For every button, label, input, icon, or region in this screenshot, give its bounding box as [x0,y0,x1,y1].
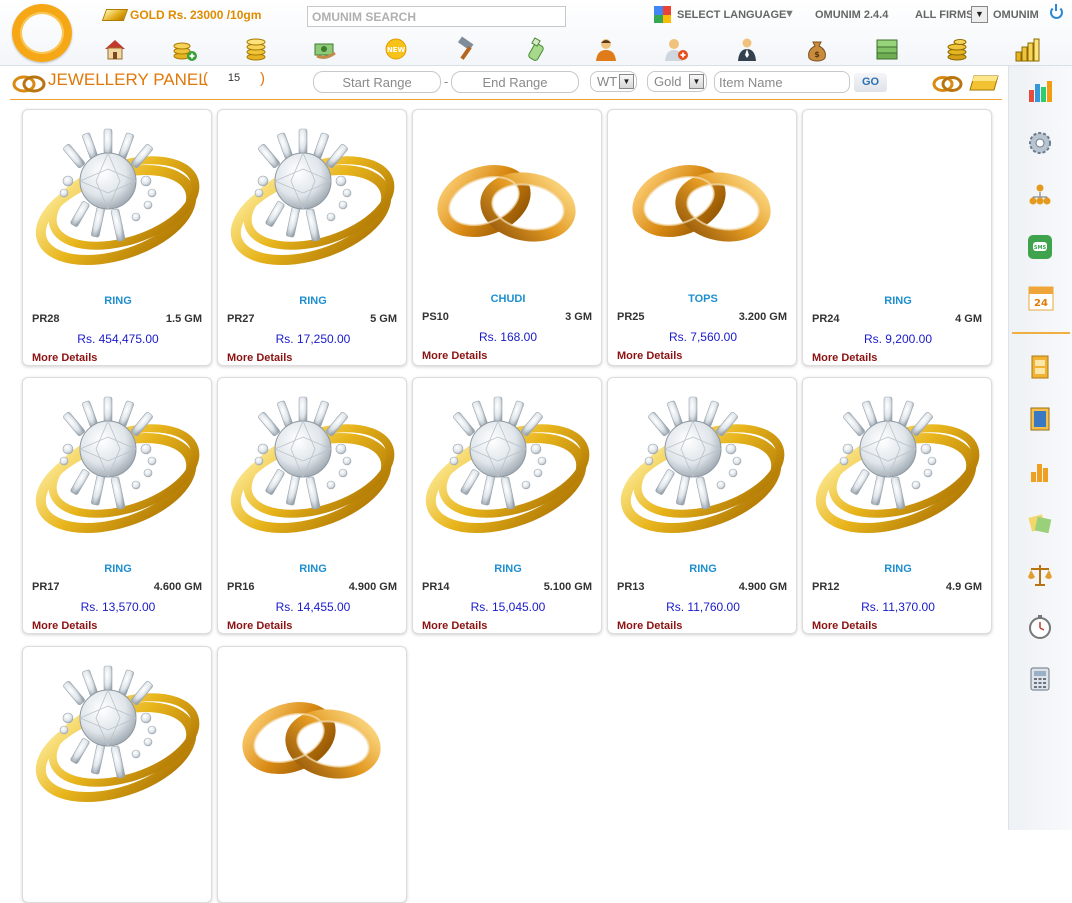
more-details-link[interactable]: More Details [227,620,292,632]
product-weight: 4.600 GM [153,581,202,593]
product-code: PR13 [617,581,645,593]
right-sidebar: SMS 24 [1008,66,1072,830]
product-price: Rs. 13,570.00 [80,600,156,614]
gold-bars-chart-icon[interactable] [1014,36,1040,62]
product-name: RING [104,563,132,575]
product-card[interactable]: RING PR24 4 GM Rs. 9,200.00 More Details [802,109,992,366]
stats-icon[interactable] [1027,458,1053,484]
product-weight: 5.100 GM [543,581,592,593]
product-card[interactable]: RING PR17 4.600 GM Rs. 13,570.00 More Detail… [22,377,212,634]
product-price: Rs. 9,200.00 [863,332,933,346]
product-code: PR14 [422,581,450,593]
product-code: PS10 [422,311,449,323]
product-card[interactable]: RING PR28 1.5 GM Rs. 454,475.00 More Details [22,109,212,366]
gold-bands-image[interactable] [223,652,403,817]
product-code: PR16 [227,581,255,593]
product-card[interactable]: RING PR14 5.100 GM Rs. 15,045.00 More Detail… [412,377,602,634]
product-price: Rs. 168.00 [478,330,538,344]
notes-icon[interactable] [1027,510,1053,536]
stopwatch-icon[interactable] [1027,614,1053,640]
gold-bands-image[interactable] [418,115,598,280]
settings-gear-icon[interactable] [1027,130,1053,156]
product-weight: 4.9 GM [945,581,982,593]
product-weight: 1.5 GM [165,313,202,325]
bar-chart-icon[interactable] [1027,78,1053,104]
logout-power-icon[interactable] [1050,4,1063,19]
more-details-link[interactable]: More Details [422,350,487,362]
more-details-link[interactable]: More Details [227,352,292,364]
product-price: Rs. 7,560.00 [668,330,738,344]
more-details-link[interactable]: More Details [617,350,682,362]
svg-text:24: 24 [1034,298,1048,309]
more-details-link[interactable]: More Details [32,352,97,364]
diamond-ring-image[interactable] [808,383,988,548]
product-name: RING [689,563,717,575]
product-name: RING [494,563,522,575]
product-price: Rs. 17,250.00 [275,332,351,346]
product-card[interactable]: TOPS PR25 3.200 GM Rs. 7,560.00 More Details [607,109,797,366]
product-name: CHUDI [490,293,526,305]
product-grid: RING PR28 1.5 GM Rs. 454,475.00 More Details [0,0,1005,903]
product-card[interactable] [217,646,407,903]
diamond-ring-image[interactable] [223,115,403,280]
calculator-icon[interactable] [1027,666,1053,692]
product-name: RING [299,563,327,575]
product-weight: 5 GM [370,313,397,325]
product-card[interactable] [22,646,212,903]
more-details-link[interactable]: More Details [422,620,487,632]
product-price: Rs. 14,455.00 [275,600,351,614]
product-name: RING [884,295,912,307]
product-price: Rs. 11,760.00 [666,600,740,614]
product-weight: 3.200 GM [738,311,787,323]
diamond-ring-image[interactable] [28,652,208,817]
more-details-link[interactable]: More Details [812,620,877,632]
product-price: Rs. 11,370.00 [861,600,935,614]
diamond-ring-image[interactable] [28,383,208,548]
product-code: PR24 [812,313,840,325]
product-card[interactable]: CHUDI PS10 3 GM Rs. 168.00 More Details [412,109,602,366]
film-strip-icon[interactable] [1027,406,1053,432]
product-name: TOPS [688,293,718,305]
film-icon[interactable] [1027,354,1053,380]
org-chart-icon[interactable] [1027,182,1053,208]
product-weight: 3 GM [565,311,592,323]
product-weight: 4.900 GM [738,581,787,593]
gold-bands-image[interactable] [613,115,793,280]
more-details-link[interactable]: More Details [812,352,877,364]
product-card[interactable]: RING PR27 5 GM Rs. 17,250.00 More Details [217,109,407,366]
product-price: Rs. 15,045.00 [470,600,546,614]
balance-scale-icon[interactable] [1027,562,1053,588]
more-details-link[interactable]: More Details [32,620,97,632]
sidebar-divider [1012,332,1070,334]
product-code: PR17 [32,581,60,593]
product-name: RING [299,295,327,307]
diamond-ring-image[interactable] [613,383,793,548]
product-code: PR25 [617,311,645,323]
calendar-icon[interactable]: 24 [1027,284,1054,311]
diamond-ring-image[interactable] [28,115,208,280]
product-name: RING [884,563,912,575]
diamond-ring-image[interactable] [418,383,598,548]
product-weight: 4 GM [955,313,982,325]
diamond-ring-image[interactable] [223,383,403,548]
sms-icon[interactable]: SMS [1027,234,1053,260]
product-name: RING [104,295,132,307]
product-weight: 4.900 GM [348,581,397,593]
product-price: Rs. 454,475.00 [77,332,159,346]
product-code: PR27 [227,313,255,325]
product-card[interactable]: RING PR12 4.9 GM Rs. 11,370.00 More Details [802,377,992,634]
more-details-link[interactable]: More Details [617,620,682,632]
empty-product-image[interactable] [808,115,988,280]
product-card[interactable]: RING PR13 4.900 GM Rs. 11,760.00 More Detail… [607,377,797,634]
product-code: PR28 [32,313,60,325]
product-code: PR12 [812,581,840,593]
product-card[interactable]: RING PR16 4.900 GM Rs. 14,455.00 More Detail… [217,377,407,634]
svg-text:SMS: SMS [1034,245,1047,251]
